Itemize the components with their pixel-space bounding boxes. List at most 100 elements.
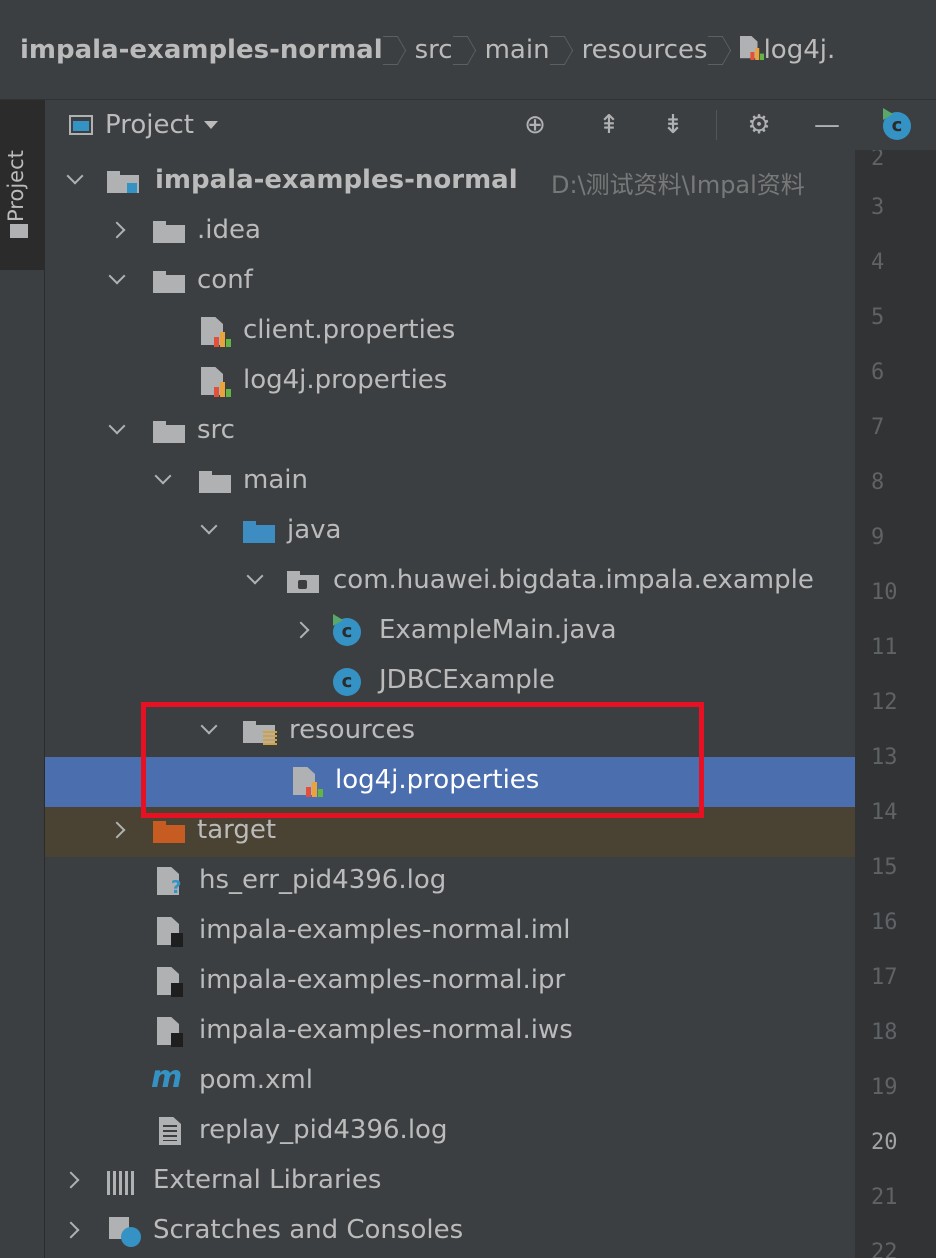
tree-node-pom[interactable]: m pom.xml bbox=[45, 1057, 855, 1107]
line-number: 6 bbox=[871, 360, 885, 385]
maven-icon: m bbox=[151, 1060, 183, 1095]
tree-node-label: src bbox=[197, 415, 235, 445]
project-view-selector[interactable]: Project bbox=[105, 110, 194, 140]
tree-node-package[interactable]: com.huawei.bigdata.impala.example bbox=[45, 557, 855, 607]
expand-all-icon[interactable]: ⇞ bbox=[589, 100, 629, 150]
chevron-down-icon[interactable] bbox=[66, 167, 84, 185]
class-icon: c bbox=[333, 668, 361, 696]
project-tool-window-button[interactable]: Project bbox=[0, 100, 44, 270]
tree-node-target[interactable]: target bbox=[45, 807, 855, 857]
line-number: 8 bbox=[871, 470, 885, 495]
runnable-class-icon: c bbox=[333, 614, 361, 646]
tree-node-label: log4j.properties bbox=[243, 365, 448, 395]
breadcrumb-src[interactable]: src bbox=[415, 35, 453, 65]
tree-node-label: hs_err_pid4396.log bbox=[199, 865, 447, 895]
file-icon bbox=[157, 917, 183, 947]
tree-node-iws[interactable]: impala-examples-normal.iws bbox=[45, 1007, 855, 1057]
tree-node-label: Scratches and Consoles bbox=[153, 1215, 464, 1245]
folder-icon bbox=[153, 421, 185, 443]
chevron-down-icon[interactable] bbox=[246, 567, 264, 585]
chevron-down-icon[interactable] bbox=[200, 717, 218, 735]
editor-gutter: 2 3 4 5 6 7 8 9 10 11 12 13 14 15 16 17 … bbox=[855, 150, 936, 1258]
header-divider bbox=[716, 110, 717, 140]
tree-node-conf-log4j[interactable]: log4j.properties bbox=[45, 357, 855, 407]
chevron-down-icon[interactable] bbox=[108, 417, 126, 435]
tree-node-label: resources bbox=[289, 715, 416, 745]
class-icon: c bbox=[883, 108, 911, 140]
line-number: 7 bbox=[871, 415, 885, 440]
tree-node-java[interactable]: java bbox=[45, 507, 855, 557]
tree-node-external-libraries[interactable]: External Libraries bbox=[45, 1157, 855, 1207]
tree-node-replay-log[interactable]: replay_pid4396.log bbox=[45, 1107, 855, 1157]
line-number: 9 bbox=[871, 525, 885, 550]
line-number: 11 bbox=[871, 635, 898, 660]
chevron-down-icon[interactable] bbox=[108, 267, 126, 285]
chevron-right-icon[interactable] bbox=[62, 1171, 80, 1189]
hide-panel-icon[interactable]: — bbox=[807, 100, 847, 150]
tree-node-label: pom.xml bbox=[199, 1065, 313, 1095]
editor-tab[interactable]: c bbox=[855, 100, 936, 151]
breadcrumb-separator bbox=[718, 32, 728, 68]
tool-window-stripe: Project bbox=[0, 100, 45, 1258]
tree-node-label: log4j.properties bbox=[335, 765, 540, 795]
text-file-icon bbox=[159, 1117, 185, 1147]
breadcrumb: impala-examples-normal src main resource… bbox=[0, 0, 936, 100]
tree-node-src[interactable]: src bbox=[45, 407, 855, 457]
tree-node-label: impala-examples-normal.iml bbox=[199, 915, 571, 945]
tree-node-resources-log4j[interactable]: log4j.properties bbox=[45, 757, 855, 807]
library-icon bbox=[107, 1171, 137, 1195]
gear-icon[interactable]: ⚙ bbox=[739, 100, 779, 150]
chevron-down-icon[interactable] bbox=[203, 121, 218, 129]
line-number: 17 bbox=[871, 965, 898, 990]
project-panel-header: Project ⊕ ⇞ ⇟ ⚙ — bbox=[45, 100, 855, 151]
tree-node-label: External Libraries bbox=[153, 1165, 382, 1195]
tree-node-resources[interactable]: resources bbox=[45, 707, 855, 757]
tree-node-label: com.huawei.bigdata.impala.example bbox=[333, 565, 814, 595]
tree-node-idea[interactable]: .idea bbox=[45, 207, 855, 257]
tree-node-label: impala-examples-normal bbox=[155, 165, 518, 195]
package-icon bbox=[287, 571, 319, 593]
locate-file-icon[interactable]: ⊕ bbox=[515, 100, 555, 150]
folder-icon bbox=[153, 221, 185, 243]
tree-node-root-module[interactable]: impala-examples-normal D:\测试资料\Impal资料 bbox=[45, 157, 855, 207]
tree-node-hs-err-log[interactable]: ? hs_err_pid4396.log bbox=[45, 857, 855, 907]
tree-node-jdbc-example[interactable]: c JDBCExample bbox=[45, 657, 855, 707]
project-tree: impala-examples-normal D:\测试资料\Impal资料 .… bbox=[45, 150, 855, 1258]
tree-node-example-main[interactable]: c ExampleMain.java bbox=[45, 607, 855, 657]
tree-node-label: client.properties bbox=[243, 315, 456, 345]
collapse-all-icon[interactable]: ⇟ bbox=[653, 100, 693, 150]
tree-node-main[interactable]: main bbox=[45, 457, 855, 507]
scratches-icon bbox=[109, 1217, 141, 1247]
breadcrumb-project[interactable]: impala-examples-normal bbox=[20, 35, 383, 65]
breadcrumb-file-label: log4j. bbox=[763, 34, 836, 65]
line-number: 16 bbox=[871, 910, 898, 935]
breadcrumb-resources[interactable]: resources bbox=[582, 35, 708, 65]
tree-node-client-properties[interactable]: client.properties bbox=[45, 307, 855, 357]
tree-node-iml[interactable]: impala-examples-normal.iml bbox=[45, 907, 855, 957]
breadcrumb-file[interactable]: log4j. bbox=[739, 34, 836, 65]
folder-icon bbox=[10, 224, 28, 238]
resources-folder-icon bbox=[243, 721, 277, 745]
line-number: 19 bbox=[871, 1075, 898, 1100]
line-number: 15 bbox=[871, 855, 898, 880]
chevron-right-icon[interactable] bbox=[62, 1221, 80, 1239]
chevron-right-icon[interactable] bbox=[108, 821, 126, 839]
project-tool-window-label: Project bbox=[4, 150, 28, 222]
line-number: 4 bbox=[871, 250, 885, 275]
module-folder-icon bbox=[107, 171, 139, 193]
chevron-right-icon[interactable] bbox=[292, 621, 310, 639]
tree-node-scratches[interactable]: Scratches and Consoles bbox=[45, 1207, 855, 1257]
chevron-right-icon[interactable] bbox=[108, 221, 126, 239]
tree-node-conf[interactable]: conf bbox=[45, 257, 855, 307]
line-number: 10 bbox=[871, 580, 898, 605]
chevron-down-icon[interactable] bbox=[154, 467, 172, 485]
tree-node-label: impala-examples-normal.iws bbox=[199, 1015, 573, 1045]
file-icon bbox=[157, 967, 183, 997]
tree-node-ipr[interactable]: impala-examples-normal.ipr bbox=[45, 957, 855, 1007]
breadcrumb-main[interactable]: main bbox=[485, 35, 550, 65]
line-number: 21 bbox=[871, 1185, 898, 1210]
tree-node-label: .idea bbox=[197, 215, 261, 245]
chevron-down-icon[interactable] bbox=[200, 517, 218, 535]
unknown-file-icon: ? bbox=[157, 867, 183, 897]
line-number: 3 bbox=[871, 195, 885, 220]
